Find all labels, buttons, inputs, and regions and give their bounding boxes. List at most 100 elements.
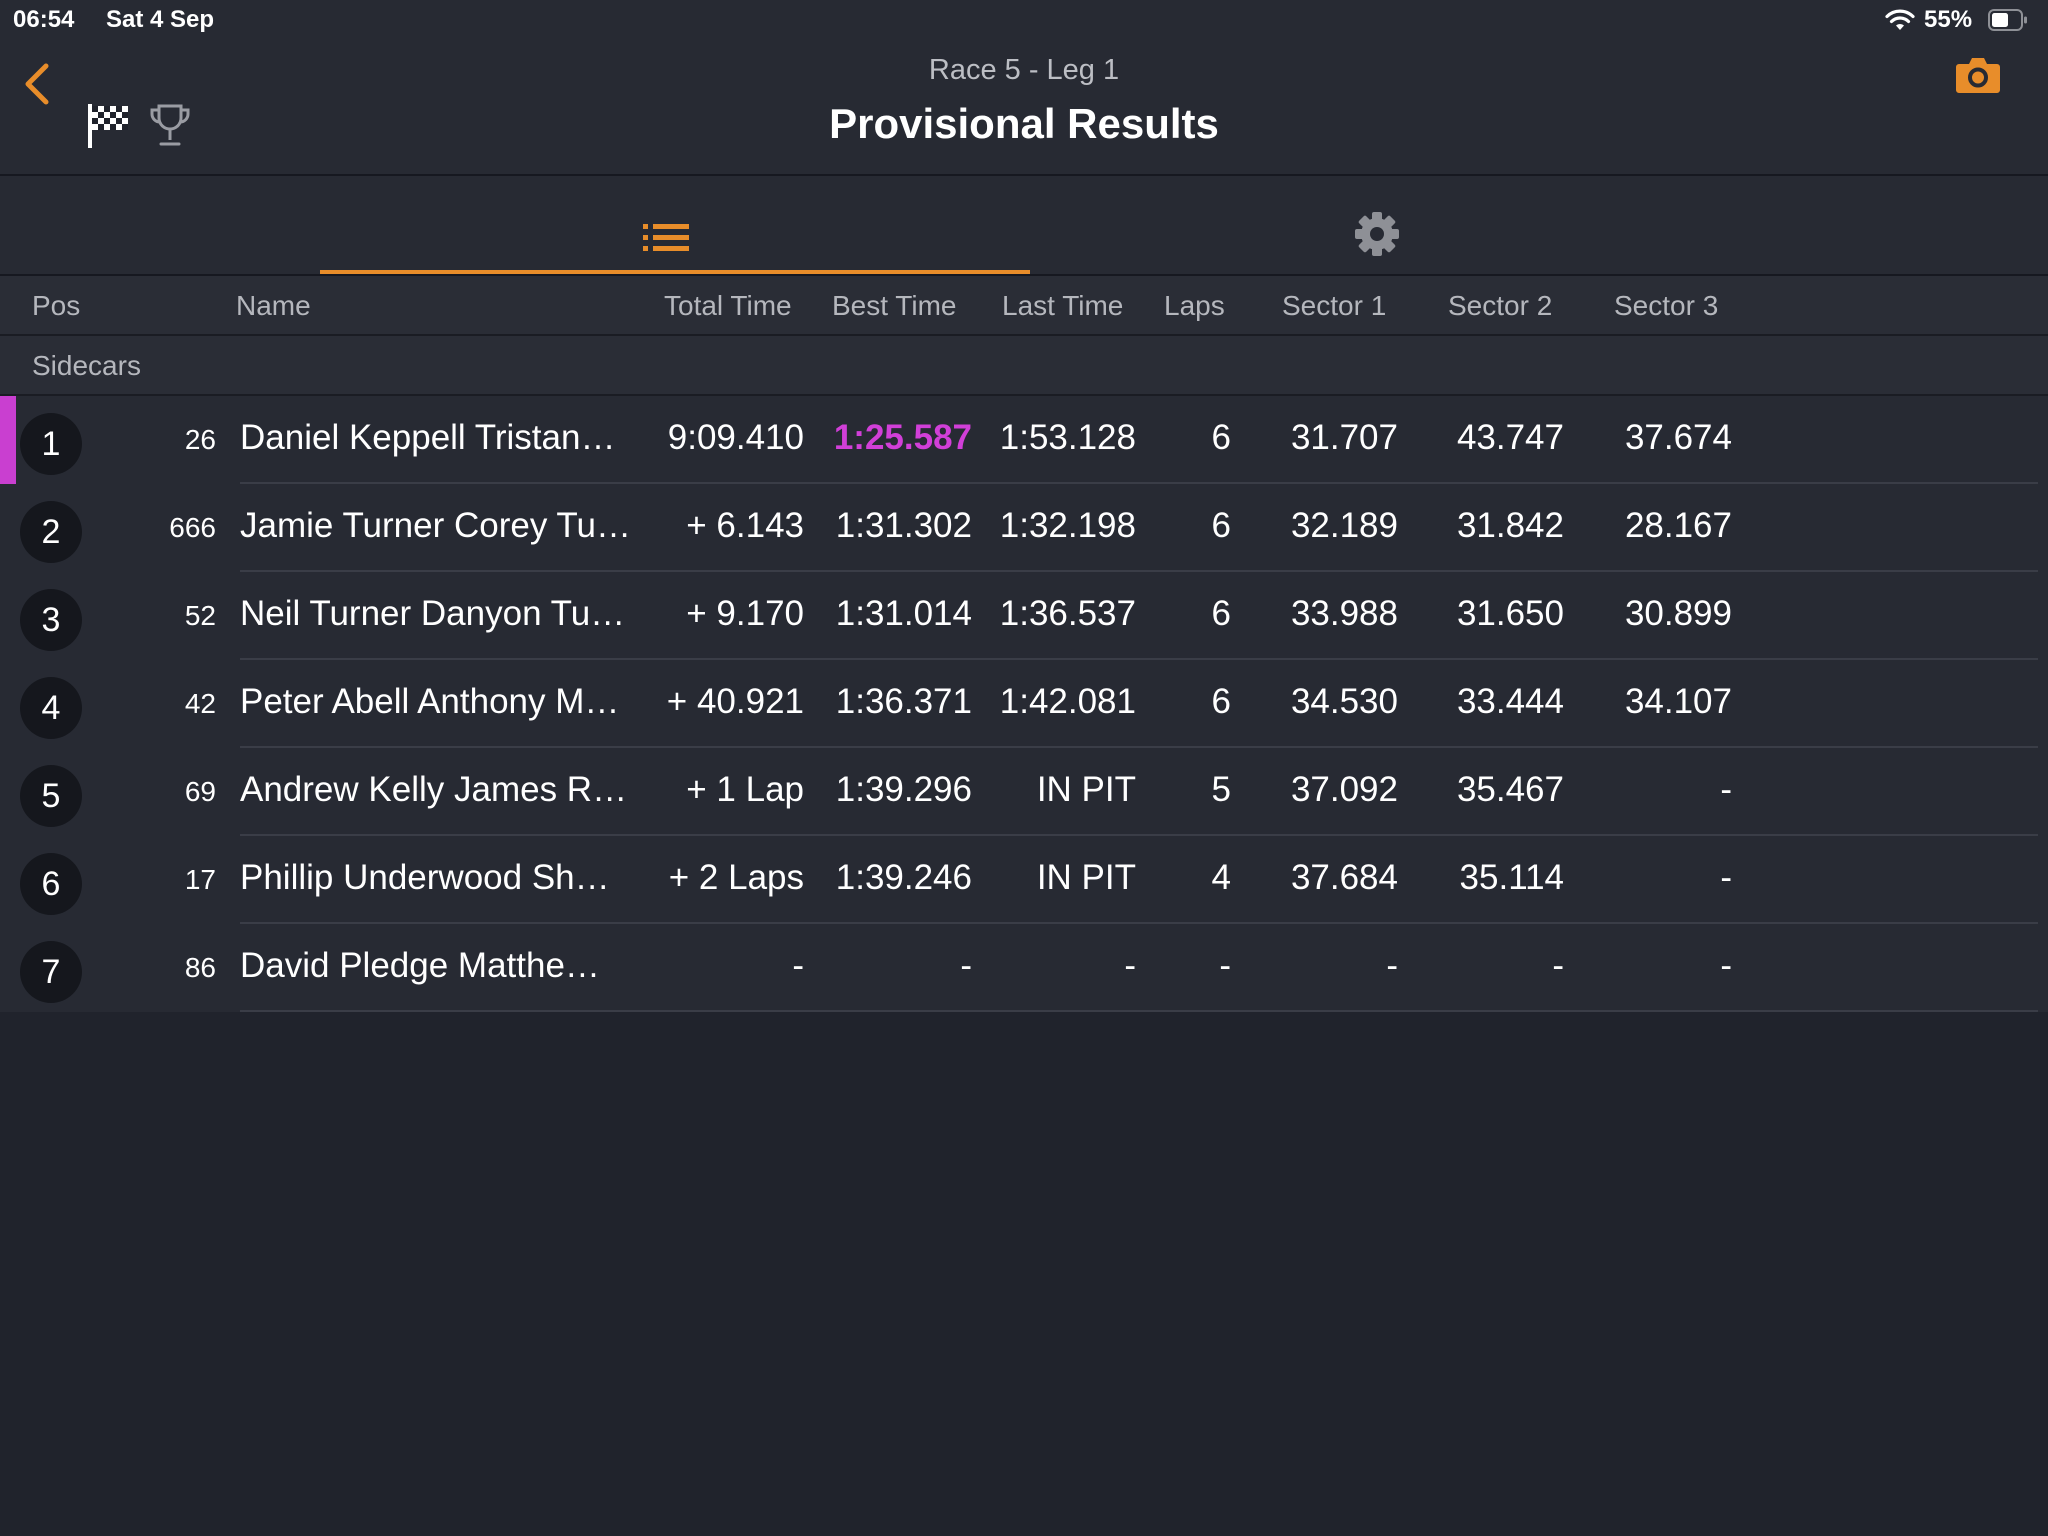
sector-2-time: 43.747 xyxy=(1456,418,1564,457)
table-row[interactable]: 6 17 Phillip Underwood Sh… + 2 Laps 1:39… xyxy=(0,836,2048,924)
last-time: - xyxy=(1124,946,1136,985)
view-tabs xyxy=(0,176,2048,276)
car-number: 69 xyxy=(184,776,216,807)
driver-name: Daniel Keppell Tristan… xyxy=(240,418,616,457)
col-best-time: Best Time xyxy=(832,290,957,321)
sector-2-time: 31.842 xyxy=(1456,506,1564,545)
sector-2-time: 35.114 xyxy=(1459,858,1564,897)
total-time: - xyxy=(792,946,804,985)
position-badge: 1 xyxy=(20,413,82,475)
table-row[interactable]: 4 42 Peter Abell Anthony M… + 40.921 1:3… xyxy=(0,660,2048,748)
tab-settings[interactable] xyxy=(1030,176,1724,274)
car-number: 52 xyxy=(184,600,216,631)
battery-icon xyxy=(1988,9,2027,31)
last-time: 1:32.198 xyxy=(999,506,1136,545)
laps: 4 xyxy=(1211,858,1231,897)
sector-1-time: 37.092 xyxy=(1290,770,1398,809)
sector-1-time: 32.189 xyxy=(1290,506,1398,545)
position-badge: 4 xyxy=(20,677,82,739)
sector-1-time: 31.707 xyxy=(1290,418,1398,457)
camera-icon[interactable] xyxy=(1955,54,2001,94)
col-pos: Pos xyxy=(32,290,81,321)
sector-3-time: - xyxy=(1720,946,1732,985)
position-badge: 5 xyxy=(20,765,82,827)
race-subtitle: Race 5 - Leg 1 xyxy=(928,54,1120,86)
battery-percentage: 55% xyxy=(1924,6,1973,33)
car-number: 86 xyxy=(184,952,216,983)
table-row[interactable]: 5 69 Andrew Kelly James R… + 1 Lap 1:39.… xyxy=(0,748,2048,836)
position-badge: 2 xyxy=(20,501,82,563)
col-last-time: Last Time xyxy=(1002,290,1124,321)
gear-icon xyxy=(1355,212,1399,256)
best-time: 1:31.302 xyxy=(835,506,972,545)
last-time: IN PIT xyxy=(1036,770,1136,809)
best-time: 1:39.296 xyxy=(835,770,972,809)
laps: - xyxy=(1219,946,1231,985)
leader-indicator xyxy=(0,396,16,484)
tab-results-list[interactable] xyxy=(320,176,1030,274)
sector-3-time: - xyxy=(1720,770,1732,809)
best-time: 1:31.014 xyxy=(835,594,972,633)
table-row[interactable]: 7 86 David Pledge Matthe… - - - - - - - xyxy=(0,924,2048,1012)
driver-name: David Pledge Matthe… xyxy=(240,946,600,985)
class-group-header: Sidecars xyxy=(0,336,2048,396)
page-title: Provisional Results xyxy=(829,100,1219,147)
col-total-time: Total Time xyxy=(664,290,792,321)
laps: 6 xyxy=(1211,682,1231,721)
best-time: - xyxy=(960,946,972,985)
best-time: 1:36.371 xyxy=(835,682,972,721)
col-laps: Laps xyxy=(1164,290,1225,321)
laps: 6 xyxy=(1211,594,1231,633)
class-group-label: Sidecars xyxy=(32,350,141,381)
last-time: IN PIT xyxy=(1036,858,1136,897)
position-badge: 3 xyxy=(20,589,82,651)
driver-name: Neil Turner Danyon Tu… xyxy=(240,594,626,633)
car-number: 26 xyxy=(184,424,216,455)
sector-2-time: - xyxy=(1552,946,1564,985)
total-time: + 9.170 xyxy=(686,594,804,633)
total-time: + 1 Lap xyxy=(686,770,804,809)
sector-1-time: - xyxy=(1386,946,1398,985)
sector-3-time: 28.167 xyxy=(1624,506,1732,545)
car-number: 666 xyxy=(169,512,216,543)
total-time: + 6.143 xyxy=(686,506,804,545)
sector-3-time: - xyxy=(1720,858,1732,897)
total-time: + 2 Laps xyxy=(668,858,804,897)
laps: 5 xyxy=(1211,770,1231,809)
sector-3-time: 30.899 xyxy=(1624,594,1732,633)
driver-name: Phillip Underwood Sh… xyxy=(240,858,610,897)
col-sector-2: Sector 2 xyxy=(1448,290,1553,321)
driver-name: Jamie Turner Corey Tu… xyxy=(240,506,631,545)
total-time: + 40.921 xyxy=(666,682,804,721)
status-time: 06:54 xyxy=(13,6,75,33)
table-row[interactable]: 1 26 Daniel Keppell Tristan… 9:09.410 1:… xyxy=(0,396,2048,484)
sector-1-time: 37.684 xyxy=(1290,858,1398,897)
sector-1-time: 34.530 xyxy=(1290,682,1398,721)
car-number: 42 xyxy=(184,688,216,719)
total-time: 9:09.410 xyxy=(667,418,804,457)
laps: 6 xyxy=(1211,506,1231,545)
driver-name: Andrew Kelly James R… xyxy=(240,770,628,809)
sector-1-time: 33.988 xyxy=(1290,594,1398,633)
best-time: 1:25.587 xyxy=(833,418,972,457)
status-bar: 06:54 Sat 4 Sep 55% xyxy=(0,0,2048,40)
col-name: Name xyxy=(236,290,311,321)
col-sector-1: Sector 1 xyxy=(1282,290,1387,321)
results-table: 1 26 Daniel Keppell Tristan… 9:09.410 1:… xyxy=(0,396,2048,1012)
sector-2-time: 33.444 xyxy=(1456,682,1564,721)
best-time: 1:39.246 xyxy=(835,858,972,897)
position-badge: 6 xyxy=(20,853,82,915)
car-number: 17 xyxy=(184,864,216,895)
sector-2-time: 35.467 xyxy=(1456,770,1564,809)
navigation-header: Race 5 - Leg 1 Provisional Results xyxy=(0,40,2048,176)
status-date: Sat 4 Sep xyxy=(106,6,215,33)
table-row[interactable]: 2 666 Jamie Turner Corey Tu… + 6.143 1:3… xyxy=(0,484,2048,572)
sector-3-time: 37.674 xyxy=(1624,418,1732,457)
sector-2-time: 31.650 xyxy=(1456,594,1564,633)
table-row[interactable]: 3 52 Neil Turner Danyon Tu… + 9.170 1:31… xyxy=(0,572,2048,660)
last-time: 1:53.128 xyxy=(999,418,1136,457)
last-time: 1:36.537 xyxy=(999,594,1136,633)
laps: 6 xyxy=(1211,418,1231,457)
sector-3-time: 34.107 xyxy=(1624,682,1732,721)
column-headers: Pos Name Total Time Best Time Last Time … xyxy=(0,276,2048,336)
